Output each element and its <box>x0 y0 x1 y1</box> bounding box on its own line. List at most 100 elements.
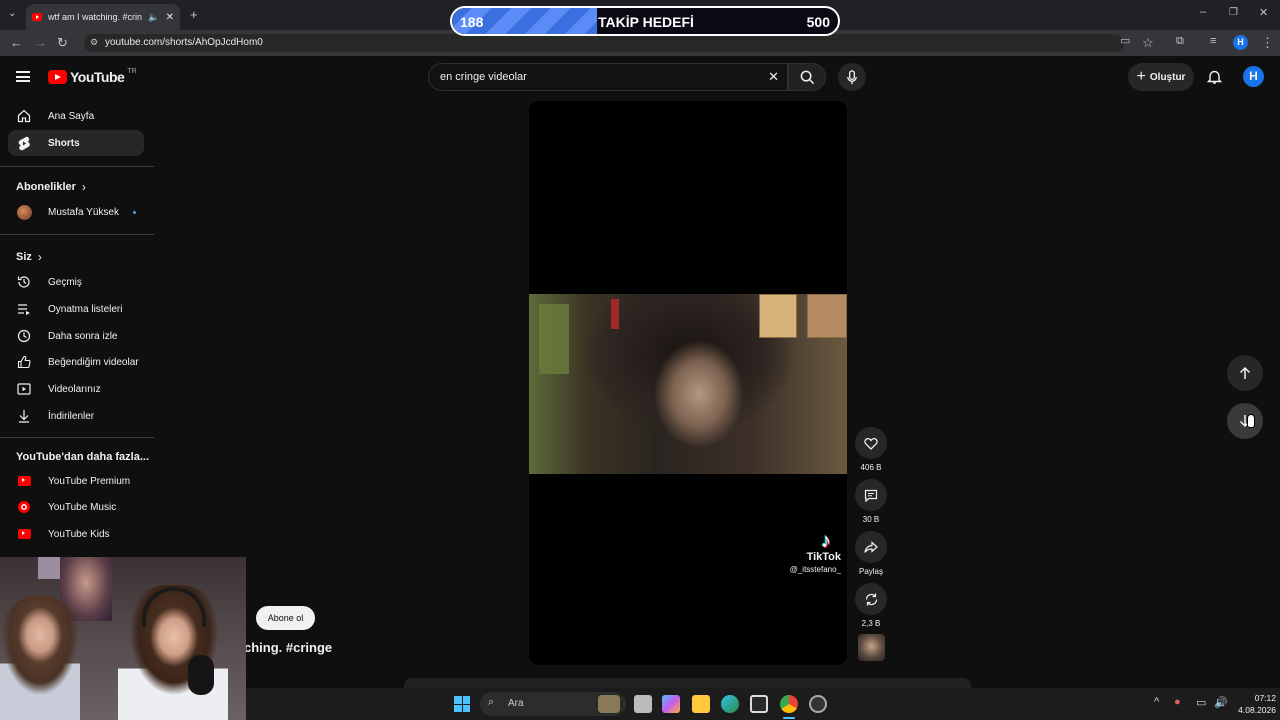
site-info-icon[interactable]: ⚙ <box>90 37 98 48</box>
task-view-icon[interactable] <box>634 695 652 713</box>
sidebar-item-label: Videolarınız <box>48 383 101 395</box>
browser-menu-icon[interactable]: ⋮ <box>1261 36 1274 49</box>
tab-list-icon[interactable]: ⌄ <box>8 9 16 19</box>
youtube-masthead: YouTube TR en cringe videolar ✕ + Oluştu… <box>0 56 1280 98</box>
sidebar-item-premium[interactable]: YouTube Premium <box>8 468 144 494</box>
obs-icon[interactable] <box>809 695 827 713</box>
create-button[interactable]: + Oluştur <box>1128 63 1194 91</box>
edge-icon[interactable] <box>721 695 739 713</box>
sidebar-item-watch-later[interactable]: Daha sonra izle <box>8 323 144 349</box>
share-button[interactable] <box>855 531 887 563</box>
previous-short-button[interactable] <box>1227 355 1263 391</box>
video-frame <box>529 294 847 474</box>
bookmark-star-icon[interactable]: ☆ <box>1142 36 1154 49</box>
you-heading-label: Siz <box>16 251 32 263</box>
sidebar-item-your-videos[interactable]: Videolarınız <box>8 376 144 402</box>
search-icon: ⌕ <box>488 696 495 708</box>
copilot-icon[interactable] <box>662 695 680 713</box>
sidebar-item-subscription[interactable]: Mustafa Yüksek <box>8 199 144 225</box>
youtube-logo[interactable]: YouTube TR <box>48 68 137 85</box>
extensions-icon[interactable]: ⧉ <box>1176 36 1184 47</box>
arrow-up-icon <box>1239 366 1251 379</box>
chevron-right-icon: › <box>37 250 42 264</box>
sidebar: Ana Sayfa Shorts Abonelikler › Mustafa Y… <box>0 98 154 558</box>
sidebar-item-kids[interactable]: YouTube Kids <box>8 521 144 547</box>
chrome-icon[interactable] <box>780 695 798 713</box>
sidebar-item-liked[interactable]: Beğendiğim videolar <box>8 349 144 375</box>
subscribe-button[interactable]: Abone ol <box>256 606 315 630</box>
subscriptions-heading-label: Abonelikler <box>16 181 76 193</box>
webcam-overlay <box>0 557 246 720</box>
tab-audio-icon[interactable]: 🔈 <box>148 12 159 23</box>
hamburger-menu-icon[interactable] <box>16 71 30 82</box>
volume-icon[interactable]: 🔊 <box>1214 696 1228 709</box>
profile-initial: H <box>1237 37 1244 47</box>
clock[interactable]: 07:12 4.08.2026 <box>1232 692 1276 716</box>
cast-icon[interactable]: ▭ <box>1120 36 1130 47</box>
taskbar-search[interactable]: ⌕ Ara <box>480 692 626 716</box>
next-short-button[interactable] <box>1227 403 1263 439</box>
chevron-right-icon: › <box>81 180 86 194</box>
new-tab-icon[interactable]: + <box>190 8 198 21</box>
browser-tab[interactable]: wtf am I watching. #cringe 🔈 ✕ <box>26 4 180 30</box>
sound-thumbnail[interactable] <box>858 634 885 661</box>
you-heading[interactable]: Siz › <box>16 250 42 264</box>
streamer-left <box>0 595 80 720</box>
reload-icon[interactable]: ↻ <box>57 36 68 49</box>
voice-search-button[interactable] <box>838 63 866 91</box>
sidebar-item-label: YouTube Music <box>48 501 117 513</box>
playlist-icon <box>16 301 32 317</box>
show-hidden-icons[interactable]: ^ <box>1154 696 1159 708</box>
clear-search-icon[interactable]: ✕ <box>768 69 779 85</box>
search-button[interactable] <box>788 63 826 91</box>
maximize-icon[interactable]: ❐ <box>1229 8 1238 18</box>
media-control-icon[interactable]: ≡ <box>1210 36 1216 47</box>
display-tray-icon[interactable]: ▭ <box>1196 696 1206 709</box>
sidebar-item-music[interactable]: YouTube Music <box>8 494 144 520</box>
microphone-tray-icon[interactable]: ● <box>1174 696 1181 708</box>
sidebar-item-label: Mustafa Yüksek <box>48 206 119 218</box>
comments-button[interactable] <box>855 479 887 511</box>
store-icon[interactable] <box>750 695 768 713</box>
sidebar-item-playlists[interactable]: Oynatma listeleri <box>8 296 144 322</box>
sidebar-item-shorts[interactable]: Shorts <box>8 130 144 156</box>
clock-icon <box>16 328 32 344</box>
sidebar-item-downloads[interactable]: İndirilenler <box>8 403 144 429</box>
more-heading-label: YouTube'dan daha fazla... <box>16 451 149 463</box>
home-icon <box>16 108 32 124</box>
account-initial: H <box>1249 69 1258 83</box>
sidebar-item-label: İndirilenler <box>48 410 95 422</box>
address-bar[interactable]: ⚙ youtube.com/shorts/AhOpJcdHom0 <box>84 34 1124 52</box>
wall-art <box>38 557 60 579</box>
shorts-video-player[interactable]: ♪ TikTok @_itsstefano_ <box>529 101 847 665</box>
profile-avatar[interactable]: H <box>1233 35 1248 50</box>
short-title: ching. #cringe <box>244 640 333 655</box>
forward-icon[interactable]: → <box>34 36 47 49</box>
video-icon <box>16 381 32 397</box>
sidebar-divider <box>0 234 154 235</box>
windows-start-icon[interactable] <box>454 696 470 712</box>
search-query: en cringe videolar <box>440 71 527 83</box>
comment-icon <box>864 489 878 502</box>
minimize-icon[interactable]: – <box>1200 7 1206 18</box>
like-button[interactable] <box>855 427 887 459</box>
notifications-bell-icon[interactable] <box>1206 69 1223 90</box>
file-explorer-icon[interactable] <box>692 695 710 713</box>
search-input[interactable]: en cringe videolar ✕ <box>428 63 788 91</box>
sidebar-item-label: Shorts <box>48 137 80 149</box>
share-icon <box>864 540 878 553</box>
tab-close-icon[interactable]: ✕ <box>166 12 174 23</box>
sidebar-item-history[interactable]: Geçmiş <box>8 269 144 295</box>
account-avatar[interactable]: H <box>1243 66 1264 87</box>
sidebar-item-home[interactable]: Ana Sayfa <box>8 103 144 129</box>
bottom-strip <box>404 678 971 688</box>
download-icon <box>16 408 32 424</box>
search-icon <box>800 70 814 84</box>
subscriptions-heading[interactable]: Abonelikler › <box>16 180 86 194</box>
remix-button[interactable] <box>855 583 887 615</box>
windows-taskbar: ⌕ Ara ^ ● ▭ 🔊 07:12 4.08.2026 <box>246 688 1280 720</box>
follow-goal-current: 188 <box>460 14 484 30</box>
tiktok-username: @_itsstefano_ <box>789 565 841 574</box>
close-window-icon[interactable]: ✕ <box>1259 8 1268 19</box>
back-icon[interactable]: ← <box>10 36 23 49</box>
